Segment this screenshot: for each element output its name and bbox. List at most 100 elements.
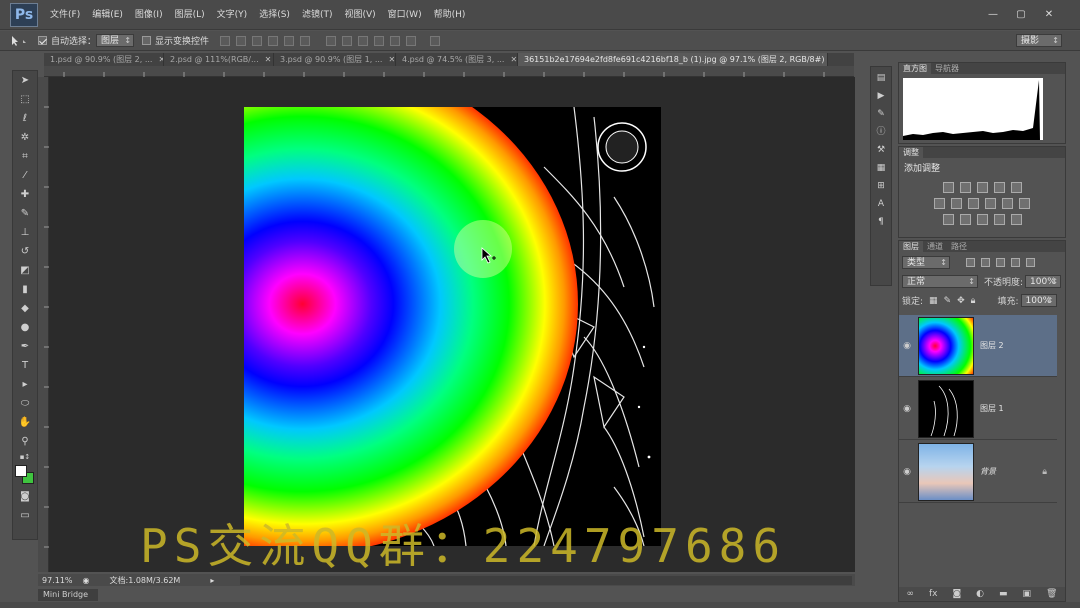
- menu-filter[interactable]: 滤镜(T): [296, 0, 339, 30]
- levels-icon[interactable]: [959, 182, 971, 193]
- posterize-icon[interactable]: [959, 214, 971, 225]
- menu-type[interactable]: 文字(Y): [211, 0, 254, 30]
- show-transform-checkbox[interactable]: [142, 36, 152, 45]
- color-balance-icon[interactable]: [951, 198, 962, 209]
- tab-adjustments[interactable]: 调整: [899, 147, 923, 158]
- history-panel-icon[interactable]: ▤: [874, 71, 888, 85]
- lock-all-icon[interactable]: 🔒︎: [971, 296, 976, 306]
- move-tool-preset[interactable]: [8, 35, 30, 47]
- align-top-icon[interactable]: [220, 35, 231, 46]
- healing-tool-icon[interactable]: ✚: [16, 186, 34, 204]
- info-panel-icon[interactable]: ⓘ: [874, 125, 888, 139]
- document-canvas[interactable]: [244, 107, 661, 546]
- tab-doc-2[interactable]: 2.psd @ 111%(RGB/... ✕: [164, 53, 274, 66]
- layer-style-icon[interactable]: fx: [929, 589, 938, 599]
- layer-name[interactable]: 背景: [980, 466, 996, 477]
- fill-input[interactable]: 100%: [1020, 294, 1057, 307]
- exposure-icon[interactable]: [993, 182, 1005, 193]
- crop-tool-icon[interactable]: ⌗: [16, 148, 34, 166]
- align-hcenter-icon[interactable]: [284, 35, 295, 46]
- dodge-tool-icon[interactable]: ●: [16, 319, 34, 337]
- filter-smart-icon[interactable]: [1026, 258, 1035, 267]
- workspace-dropdown[interactable]: 摄影: [1016, 34, 1062, 47]
- layer-name[interactable]: 图层 1: [980, 403, 1004, 414]
- quick-mask-icon[interactable]: ◙: [16, 488, 34, 506]
- path-select-tool-icon[interactable]: ▸: [16, 376, 34, 394]
- mini-bridge-tab[interactable]: Mini Bridge: [38, 589, 98, 601]
- swatches-panel-icon[interactable]: ▦: [874, 161, 888, 175]
- opacity-input[interactable]: 100%: [1025, 275, 1062, 288]
- tab-doc-4[interactable]: 4.psd @ 74.5% (图层 3, ... ✕: [396, 53, 518, 66]
- gradient-tool-icon[interactable]: ▮: [16, 281, 34, 299]
- minimize-button[interactable]: —: [980, 8, 1006, 22]
- distribute-vcenter-icon[interactable]: [342, 35, 353, 46]
- vibrance-icon[interactable]: [1010, 182, 1022, 193]
- shape-tool-icon[interactable]: ⬭: [16, 395, 34, 413]
- photo-filter-icon[interactable]: [985, 198, 996, 209]
- color-lookup-icon[interactable]: [1019, 198, 1030, 209]
- link-layers-icon[interactable]: ∞: [906, 589, 914, 599]
- stamp-tool-icon[interactable]: ⊥: [16, 224, 34, 242]
- filter-pixel-icon[interactable]: [966, 258, 975, 267]
- invert-icon[interactable]: [942, 214, 954, 225]
- show-transform-option[interactable]: 显示变换控件: [142, 34, 209, 47]
- hue-saturation-icon[interactable]: [934, 198, 945, 209]
- auto-select-option[interactable]: 自动选择： 图层: [38, 34, 135, 47]
- tab-paths[interactable]: 路径: [947, 241, 971, 252]
- visibility-eye-icon[interactable]: ◉: [899, 467, 915, 477]
- color-swatches[interactable]: [14, 464, 36, 486]
- lock-position-icon[interactable]: ✥: [957, 296, 965, 306]
- screen-mode-icon[interactable]: ▭: [16, 507, 34, 525]
- lasso-tool-icon[interactable]: ℓ: [16, 110, 34, 128]
- gradient-map-icon[interactable]: [1010, 214, 1022, 225]
- menu-help[interactable]: 帮助(H): [428, 0, 472, 30]
- marquee-tool-icon[interactable]: ⬚: [16, 91, 34, 109]
- tab-channels[interactable]: 通道: [923, 241, 947, 252]
- menu-edit[interactable]: 编辑(E): [86, 0, 129, 30]
- layer-row-1[interactable]: ◉ 图层 1: [899, 378, 1057, 440]
- new-group-icon[interactable]: ▬: [999, 589, 1008, 599]
- zoom-level[interactable]: 97.11%: [42, 576, 73, 585]
- tab-histogram[interactable]: 直方图: [899, 63, 931, 74]
- menu-window[interactable]: 窗口(W): [382, 0, 428, 30]
- auto-select-checkbox[interactable]: [38, 36, 47, 45]
- status-menu-arrow-icon[interactable]: ▸: [210, 576, 214, 585]
- horizontal-scrollbar[interactable]: [240, 576, 852, 585]
- paragraph-panel-icon[interactable]: ¶: [874, 215, 888, 229]
- tool-presets-icon[interactable]: ⚒: [874, 143, 888, 157]
- kind-filter-dropdown[interactable]: 类型: [902, 256, 950, 269]
- restore-button[interactable]: ▢: [1008, 8, 1034, 22]
- actions-panel-icon[interactable]: ▶: [874, 89, 888, 103]
- add-mask-icon[interactable]: ◙: [952, 589, 961, 599]
- default-colors-icon[interactable]: ▪↕: [16, 452, 34, 462]
- magic-wand-tool-icon[interactable]: ✲: [16, 129, 34, 147]
- brightness-icon[interactable]: [942, 182, 954, 193]
- channel-mixer-icon[interactable]: [1002, 198, 1013, 209]
- threshold-icon[interactable]: [976, 214, 988, 225]
- menu-select[interactable]: 选择(S): [253, 0, 296, 30]
- blur-tool-icon[interactable]: ◆: [16, 300, 34, 318]
- new-adjustment-icon[interactable]: ◐: [976, 589, 984, 599]
- distribute-bottom-icon[interactable]: [358, 35, 369, 46]
- auto-select-dropdown[interactable]: 图层: [96, 34, 135, 47]
- auto-align-icon[interactable]: [430, 35, 441, 46]
- menu-image[interactable]: 图像(I): [129, 0, 169, 30]
- zoom-tool-icon[interactable]: ⚲: [16, 433, 34, 451]
- eyedropper-tool-icon[interactable]: ⁄: [16, 167, 34, 185]
- tab-close-icon[interactable]: ✕: [510, 53, 517, 66]
- type-tool-icon[interactable]: T: [16, 357, 34, 375]
- history-brush-tool-icon[interactable]: ↺: [16, 243, 34, 261]
- menu-layer[interactable]: 图层(L): [169, 0, 211, 30]
- tab-navigator[interactable]: 导航器: [931, 63, 963, 74]
- layer-name[interactable]: 图层 2: [980, 340, 1004, 351]
- curves-icon[interactable]: [976, 182, 988, 193]
- filter-type-icon[interactable]: [996, 258, 1005, 267]
- selective-color-icon[interactable]: [993, 214, 1005, 225]
- visibility-eye-icon[interactable]: ◉: [899, 341, 915, 351]
- black-white-icon[interactable]: [968, 198, 979, 209]
- tab-doc-5[interactable]: 36151b2e17694e2fd8fe691c4216bf18_b (1).j…: [518, 53, 828, 66]
- tab-close-icon[interactable]: ✕: [265, 53, 272, 66]
- distribute-left-icon[interactable]: [374, 35, 385, 46]
- delete-layer-icon[interactable]: 🗑︎: [1046, 589, 1057, 599]
- blend-mode-dropdown[interactable]: 正常: [902, 275, 978, 288]
